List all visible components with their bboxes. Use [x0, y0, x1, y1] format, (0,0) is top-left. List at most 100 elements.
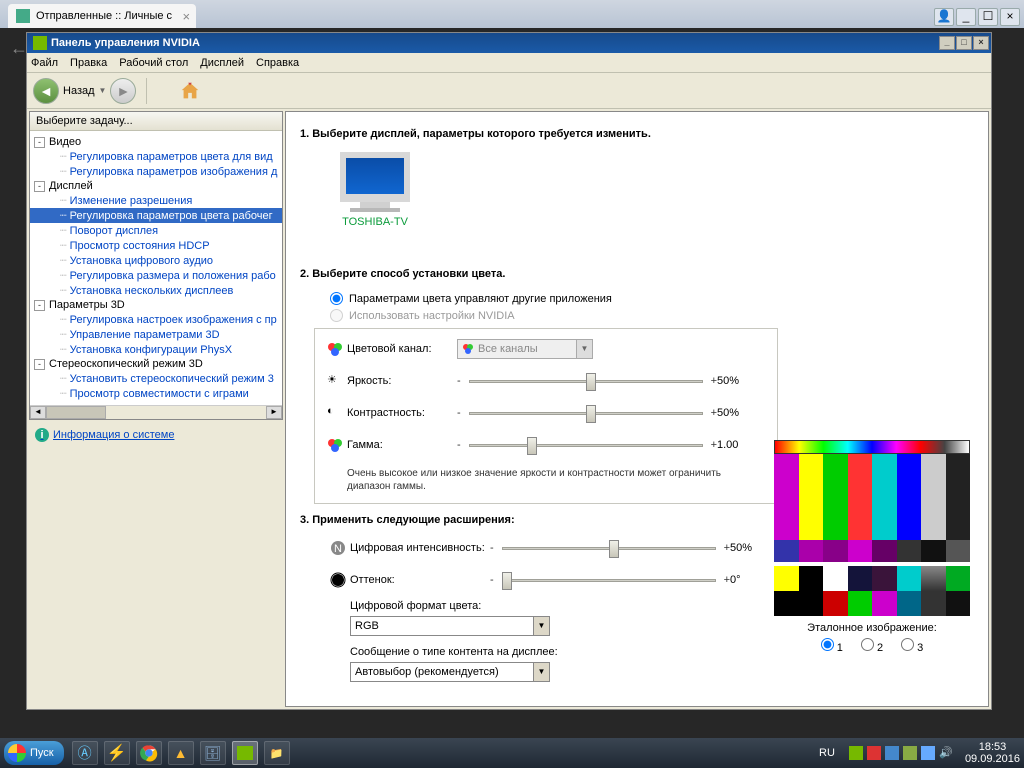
nav-back-label: Назад	[63, 85, 95, 97]
gamma-label: Гамма:	[347, 439, 457, 451]
task-tree[interactable]: -Видео ┈Регулировка параметров цвета для…	[30, 131, 282, 405]
brightness-value: 50%	[717, 375, 767, 387]
tree-item[interactable]: ┈Просмотр состояния HDCP	[30, 238, 282, 253]
tree-item[interactable]: ┈Регулировка параметров изображения д	[30, 164, 282, 179]
menu-display[interactable]: Дисплей	[200, 57, 244, 69]
tree-scrollbar[interactable]: ◄►	[30, 405, 282, 419]
gamma-icon	[327, 437, 343, 453]
close-tab-icon[interactable]: ×	[182, 9, 190, 24]
gamma-value: 1.00	[717, 439, 767, 451]
nvidia-logo-icon	[33, 36, 47, 50]
format-combo[interactable]: RGB▼	[350, 616, 550, 636]
menubar: Файл Правка Рабочий стол Дисплей Справка	[27, 53, 991, 73]
home-icon[interactable]	[177, 78, 203, 104]
taskbar-chrome[interactable]	[136, 741, 162, 765]
favicon	[16, 9, 30, 23]
tree-group-display[interactable]: -Дисплей	[30, 179, 282, 193]
menu-file[interactable]: Файл	[31, 57, 58, 69]
user-icon[interactable]: 👤	[934, 8, 954, 26]
tab-title: Отправленные :: Личные с	[36, 10, 172, 22]
window-close-icon[interactable]: ×	[973, 36, 989, 50]
tray-icon[interactable]	[903, 746, 917, 760]
tree-item[interactable]: ┈Установка конфигурации PhysX	[30, 342, 282, 357]
hue-slider[interactable]	[502, 570, 716, 590]
tree-item[interactable]: ┈Поворот дисплея	[30, 223, 282, 238]
taskbar-app-5[interactable]: 🗄	[200, 741, 226, 765]
tree-item[interactable]: ┈Просмотр совместимости с играми	[30, 386, 282, 401]
browser-back-icon[interactable]: ←	[10, 32, 26, 734]
gamma-note: Очень высокое или низкое значение яркост…	[347, 467, 767, 493]
taskbar-app-1[interactable]: Ⓐ	[72, 741, 98, 765]
taskbar-aimp[interactable]: ▲	[168, 741, 194, 765]
tree-group-3d[interactable]: -Параметры 3D	[30, 298, 282, 312]
minimize-icon[interactable]: _	[956, 8, 976, 26]
tree-item[interactable]: ┈Установка нескольких дисплеев	[30, 283, 282, 298]
tree-item-selected[interactable]: ┈Регулировка параметров цвета рабочег	[30, 208, 282, 223]
display-thumbnail[interactable]: TOSHIBA-TV	[330, 152, 420, 228]
taskbar-nvidia[interactable]	[232, 741, 258, 765]
window-minimize-icon[interactable]: _	[939, 36, 955, 50]
channel-label: Цветовой канал:	[347, 343, 457, 355]
maximize-icon[interactable]: ☐	[978, 8, 998, 26]
tree-item[interactable]: ┈Изменение разрешения	[30, 193, 282, 208]
tray-network-icon[interactable]	[921, 746, 935, 760]
svg-text:N: N	[334, 543, 342, 555]
language-indicator[interactable]: RU	[819, 747, 835, 759]
tree-group-stereo[interactable]: -Стереоскопический режим 3D	[30, 357, 282, 371]
tray-nvidia-icon[interactable]	[849, 746, 863, 760]
brightness-label: Яркость:	[347, 375, 457, 387]
nav-forward-button[interactable]: ►	[110, 78, 136, 104]
channel-combo[interactable]: Все каналы▼	[457, 339, 593, 359]
format-label: Цифровой формат цвета:	[350, 600, 778, 612]
contrast-label: Контрастность:	[347, 407, 457, 419]
contrast-slider[interactable]	[469, 403, 703, 423]
titlebar[interactable]: Панель управления NVIDIA _ □ ×	[27, 33, 991, 53]
content-combo[interactable]: Автовыбор (рекомендуется)▼	[350, 662, 550, 682]
tree-item[interactable]: ┈Регулировка настроек изображения с пр	[30, 312, 282, 327]
menu-help[interactable]: Справка	[256, 57, 299, 69]
browser-tab[interactable]: Отправленные :: Личные с ×	[8, 4, 196, 28]
info-icon: i	[35, 428, 49, 442]
nav-back-button[interactable]: ◄	[33, 78, 59, 104]
hue-icon	[330, 572, 346, 588]
window-maximize-icon[interactable]: □	[956, 36, 972, 50]
menu-desktop[interactable]: Рабочий стол	[119, 57, 188, 69]
radio-other-apps[interactable]	[330, 292, 343, 305]
radio-nvidia-settings[interactable]	[330, 309, 343, 322]
chrome-tabstrip: Отправленные :: Личные с × 👤 _ ☐ ×	[0, 0, 1024, 28]
chrome-window-controls: 👤 _ ☐ ×	[930, 6, 1024, 28]
hue-value: 0°	[730, 574, 780, 586]
tray-kaspersky-icon[interactable]	[867, 746, 881, 760]
vibrance-slider[interactable]	[502, 538, 716, 558]
reference-label: Эталонное изображение:	[774, 622, 970, 634]
tree-item[interactable]: ┈Регулировка параметров цвета для вид	[30, 149, 282, 164]
start-button[interactable]: Пуск	[4, 741, 64, 765]
clock[interactable]: 18:53 09.09.2016	[965, 741, 1020, 765]
taskbar-explorer[interactable]: 📁	[264, 741, 290, 765]
brightness-slider[interactable]	[469, 371, 703, 391]
menu-edit[interactable]: Правка	[70, 57, 107, 69]
tree-item[interactable]: ┈Управление параметрами 3D	[30, 327, 282, 342]
tray-icon[interactable]	[885, 746, 899, 760]
tree-item[interactable]: ┈Регулировка размера и положения рабо	[30, 268, 282, 283]
ref-radio-1[interactable]: 1	[821, 638, 843, 654]
tree-item[interactable]: ┈Установка цифрового аудио	[30, 253, 282, 268]
hue-label: Оттенок:	[350, 574, 490, 586]
tree-item[interactable]: ┈Установить стереоскопический режим 3	[30, 371, 282, 386]
gamma-slider[interactable]	[469, 435, 703, 455]
taskbar-app-2[interactable]: ⚡	[104, 741, 130, 765]
system-info-link[interactable]: i Информация о системе	[27, 422, 285, 448]
content-label: Сообщение о типе контента на дисплее:	[350, 646, 778, 658]
close-icon[interactable]: ×	[1000, 8, 1020, 26]
nvidia-control-panel-window: Панель управления NVIDIA _ □ × Файл Прав…	[26, 32, 992, 710]
window-title: Панель управления NVIDIA	[51, 37, 200, 49]
reference-image-2	[774, 566, 970, 616]
monitor-icon	[340, 152, 410, 202]
vibrance-value: 50%	[730, 542, 780, 554]
ref-radio-3[interactable]: 3	[901, 638, 923, 654]
taskbar: Пуск Ⓐ ⚡ ▲ 🗄 📁 RU 🔊 18:53 09.09.2016	[0, 738, 1024, 768]
ref-radio-2[interactable]: 2	[861, 638, 883, 654]
tree-group-video[interactable]: -Видео	[30, 135, 282, 149]
tray-volume-icon[interactable]: 🔊	[939, 746, 953, 760]
section-1-title: 1. Выберите дисплей, параметры которого …	[300, 128, 988, 140]
